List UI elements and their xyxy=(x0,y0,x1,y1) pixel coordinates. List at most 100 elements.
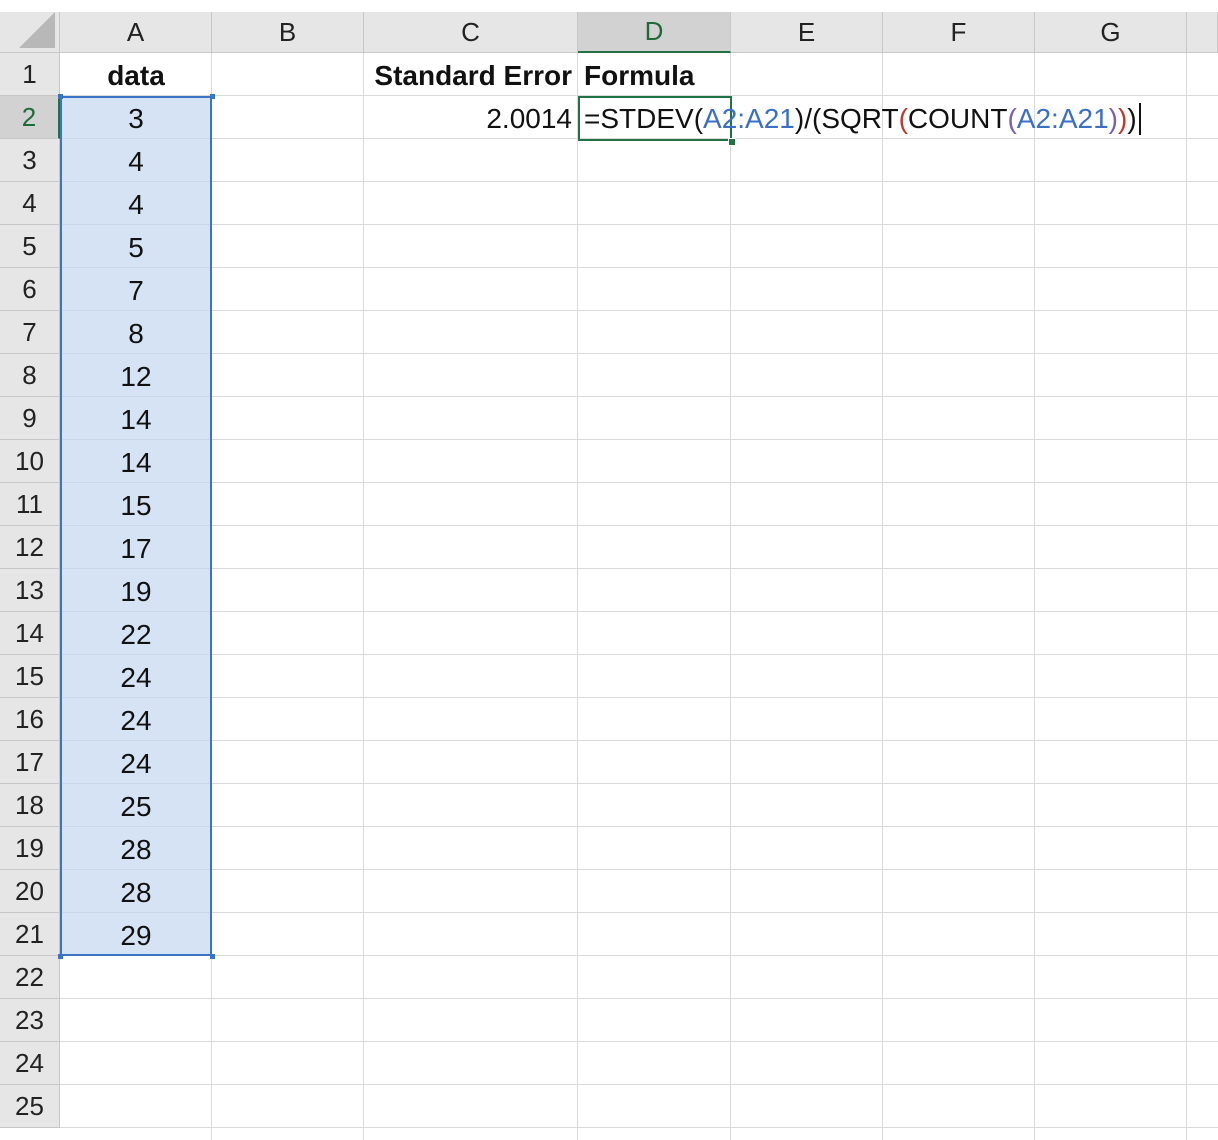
row-header-20[interactable]: 20 xyxy=(0,870,60,913)
row-header-15[interactable]: 15 xyxy=(0,655,60,698)
gridline-horizontal xyxy=(60,181,1218,182)
cell-a2[interactable]: 3 xyxy=(60,97,212,140)
gridline-horizontal xyxy=(60,482,1218,483)
formula-token: )/(SQRT xyxy=(794,102,899,134)
cell-a5[interactable]: 5 xyxy=(60,226,212,269)
row-header-21[interactable]: 21 xyxy=(0,913,60,956)
row-header-3[interactable]: 3 xyxy=(0,139,60,182)
gridline-horizontal xyxy=(60,826,1218,827)
column-header-a[interactable]: A xyxy=(60,12,212,53)
cell-a21[interactable]: 29 xyxy=(60,914,212,957)
cell-a7[interactable]: 8 xyxy=(60,312,212,355)
column-header-e[interactable]: E xyxy=(731,12,883,53)
gridline-horizontal xyxy=(60,224,1218,225)
cell-a17[interactable]: 24 xyxy=(60,742,212,785)
gridline-horizontal xyxy=(60,740,1218,741)
spreadsheet-grid[interactable]: ABCDEFG 1 2 3 4 5 6 7 8 9 10 11 12 13 14 15 16 17 18 19 20 2… xyxy=(0,0,1218,1140)
formula-token: =STDEV( xyxy=(584,102,704,134)
cell-a19[interactable]: 28 xyxy=(60,828,212,871)
formula-token: A2:A21 xyxy=(703,102,795,134)
cell-c1-header[interactable]: Standard Error xyxy=(364,54,578,97)
gridline-vertical xyxy=(1034,53,1035,1140)
text-caret xyxy=(1138,102,1141,135)
select-all-corner[interactable] xyxy=(0,12,60,53)
gridline-horizontal xyxy=(60,525,1218,526)
cell-a16[interactable]: 24 xyxy=(60,699,212,742)
cell-a11[interactable]: 15 xyxy=(60,484,212,527)
row-header-18[interactable]: 18 xyxy=(0,784,60,827)
row-header-14[interactable]: 14 xyxy=(0,612,60,655)
column-header-c[interactable]: C xyxy=(364,12,578,53)
gridline-vertical xyxy=(730,53,731,1140)
cell-a13[interactable]: 19 xyxy=(60,570,212,613)
gridline-horizontal xyxy=(60,912,1218,913)
cell-a15[interactable]: 24 xyxy=(60,656,212,699)
row-header-4[interactable]: 4 xyxy=(0,182,60,225)
cell-a10[interactable]: 14 xyxy=(60,441,212,484)
gridline-horizontal xyxy=(60,1084,1218,1085)
row-header-12[interactable]: 12 xyxy=(0,526,60,569)
cell-a20[interactable]: 28 xyxy=(60,871,212,914)
formula-token: ) xyxy=(1108,102,1118,134)
gridline-horizontal xyxy=(60,697,1218,698)
cell-d1-header[interactable]: Formula xyxy=(578,54,732,97)
gridline-horizontal xyxy=(60,654,1218,655)
cell-a14[interactable]: 22 xyxy=(60,613,212,656)
cell-a4[interactable]: 4 xyxy=(60,183,212,226)
column-header-d[interactable]: D xyxy=(578,12,731,53)
gridline-horizontal xyxy=(60,353,1218,354)
gridline-horizontal xyxy=(60,1127,1218,1128)
column-header-f[interactable]: F xyxy=(883,12,1035,53)
column-header-g[interactable]: G xyxy=(1035,12,1187,53)
row-header-16[interactable]: 16 xyxy=(0,698,60,741)
gridline-horizontal xyxy=(60,568,1218,569)
row-header-6[interactable]: 6 xyxy=(0,268,60,311)
gridline-horizontal xyxy=(60,955,1218,956)
gridline-horizontal xyxy=(60,998,1218,999)
gridline-horizontal xyxy=(60,310,1218,311)
row-header-2[interactable]: 2 xyxy=(0,96,60,139)
formula-token: ) xyxy=(1127,102,1137,134)
row-header-11[interactable]: 11 xyxy=(0,483,60,526)
cell-a18[interactable]: 25 xyxy=(60,785,212,828)
column-header-b[interactable]: B xyxy=(212,12,364,53)
row-header-9[interactable]: 9 xyxy=(0,397,60,440)
row-header-24[interactable]: 24 xyxy=(0,1042,60,1085)
row-header-23[interactable]: 23 xyxy=(0,999,60,1042)
formula-token: COUNT xyxy=(907,102,1008,134)
gridline-horizontal xyxy=(60,1041,1218,1042)
cell-a1-header[interactable]: data xyxy=(60,54,212,97)
formula-token: ( xyxy=(1007,102,1017,134)
row-header-7[interactable]: 7 xyxy=(0,311,60,354)
formula-token: A2:A21 xyxy=(1016,102,1109,134)
row-header-19[interactable]: 19 xyxy=(0,827,60,870)
gridline-horizontal xyxy=(60,783,1218,784)
formula-editor-d2[interactable]: =STDEV(A2:A21)/(SQRT(COUNT(A2:A21))) xyxy=(584,97,1141,140)
cell-a12[interactable]: 17 xyxy=(60,527,212,570)
row-header-5[interactable]: 5 xyxy=(0,225,60,268)
cell-a3[interactable]: 4 xyxy=(60,140,212,183)
row-header-17[interactable]: 17 xyxy=(0,741,60,784)
cell-a8[interactable]: 12 xyxy=(60,355,212,398)
gridline-horizontal xyxy=(60,611,1218,612)
row-header-22[interactable]: 22 xyxy=(0,956,60,999)
row-header-25[interactable]: 25 xyxy=(0,1085,60,1128)
gridline-vertical xyxy=(363,53,364,1140)
row-header-10[interactable]: 10 xyxy=(0,440,60,483)
gridline-vertical xyxy=(577,53,578,1140)
cell-c2-standard-error-value[interactable]: 2.0014 xyxy=(364,97,578,140)
formula-token: ( xyxy=(898,102,908,134)
gridline-vertical xyxy=(1186,53,1187,1140)
gridline-horizontal xyxy=(60,267,1218,268)
column-header-partial[interactable] xyxy=(1187,12,1218,53)
gridline-horizontal xyxy=(60,869,1218,870)
gridline-horizontal xyxy=(60,439,1218,440)
row-header-1[interactable]: 1 xyxy=(0,53,60,96)
cell-a6[interactable]: 7 xyxy=(60,269,212,312)
cell-a9[interactable]: 14 xyxy=(60,398,212,441)
gridline-horizontal xyxy=(60,396,1218,397)
select-all-triangle-icon xyxy=(19,12,55,48)
row-header-8[interactable]: 8 xyxy=(0,354,60,397)
formula-token: ) xyxy=(1117,102,1128,134)
row-header-13[interactable]: 13 xyxy=(0,569,60,612)
